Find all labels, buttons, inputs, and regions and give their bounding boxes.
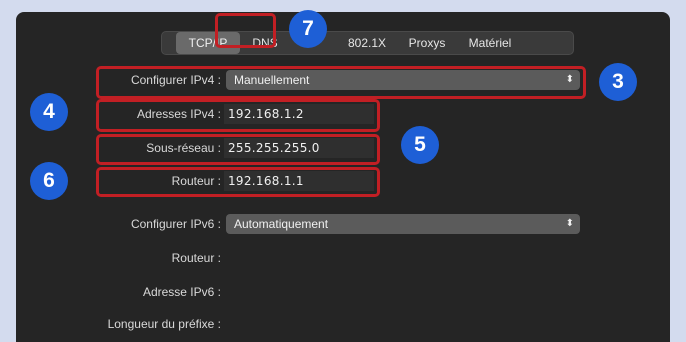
highlight-ipv4-address	[96, 99, 380, 132]
configure-ipv6-value: Automatiquement	[234, 217, 329, 231]
highlight-router	[96, 167, 380, 197]
step-badge-7: 7	[289, 10, 327, 48]
highlight-configure-ipv4	[96, 66, 586, 99]
step-badge-4: 4	[30, 93, 68, 131]
configure-ipv6-popup[interactable]: Automatiquement ⬍	[226, 214, 580, 234]
ipv6-address-label: Adresse IPv6 :	[142, 285, 221, 299]
step-badge-6: 6	[30, 162, 68, 200]
tab-8021x[interactable]: 802.1X	[338, 32, 396, 54]
highlight-dns-tab	[215, 13, 276, 48]
highlight-subnet	[96, 134, 380, 165]
router-ipv6-label: Routeur :	[171, 251, 221, 265]
chevron-updown-icon: ⬍	[565, 218, 574, 229]
tab-spacer	[162, 32, 176, 54]
configure-ipv6-label: Configurer IPv6 :	[130, 217, 221, 231]
tab-proxys[interactable]: Proxys	[396, 32, 458, 54]
step-badge-5: 5	[401, 126, 439, 164]
prefix-length-label: Longueur du préfixe :	[107, 317, 221, 331]
step-badge-3: 3	[599, 63, 637, 101]
tab-materiel[interactable]: Matériel	[458, 32, 522, 54]
